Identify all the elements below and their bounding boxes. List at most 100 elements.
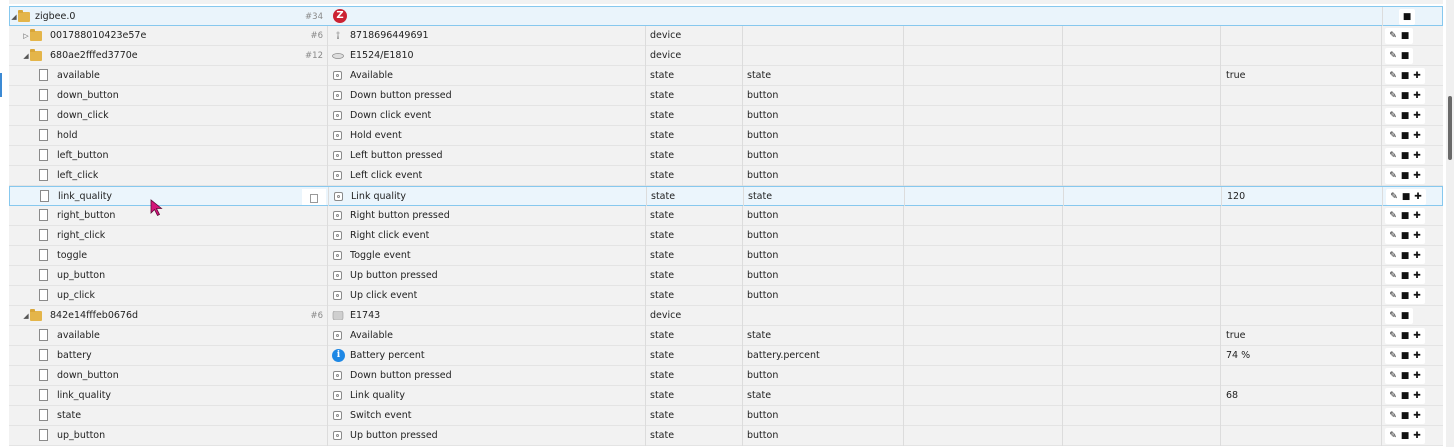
state-row[interactable]: left_button Left button pressed state butto… — [9, 146, 1443, 166]
object-id[interactable]: state — [57, 406, 81, 426]
wrench-icon[interactable]: ✚ — [1411, 228, 1423, 244]
wrench-icon[interactable]: ✚ — [1411, 328, 1423, 344]
object-id[interactable]: down_click — [57, 106, 109, 126]
edit-icon[interactable]: ✎ — [1387, 408, 1399, 424]
object-id[interactable]: down_button — [57, 86, 119, 106]
object-id[interactable]: right_click — [57, 226, 105, 246]
scrollbar-thumb[interactable] — [1448, 96, 1452, 160]
state-row[interactable]: down_button Down button pressed state butto… — [9, 366, 1443, 386]
state-row[interactable]: down_button Down button pressed state butto… — [9, 86, 1443, 106]
object-id[interactable]: available — [57, 66, 100, 86]
delete-icon[interactable]: ■ — [1399, 88, 1411, 104]
wrench-icon[interactable]: ✚ — [1411, 408, 1423, 424]
state-row[interactable]: battery i Battery percent state battery.perc… — [9, 346, 1443, 366]
state-row[interactable]: available Available state state true ✎ ■ ✚ — [9, 66, 1443, 86]
delete-icon[interactable]: ■ — [1399, 148, 1411, 164]
state-row[interactable]: up_click Up click event state button ✎ ■ ✚ — [9, 286, 1443, 306]
copy-button[interactable] — [302, 189, 326, 205]
delete-icon[interactable]: ■ — [1399, 208, 1411, 224]
object-value[interactable]: true — [1226, 326, 1246, 346]
object-id[interactable]: link_quality — [58, 187, 112, 207]
wrench-icon[interactable]: ✚ — [1411, 68, 1423, 84]
object-id[interactable]: 680ae2fffed3770e — [50, 46, 138, 66]
object-id[interactable]: link_quality — [57, 386, 111, 406]
edit-icon[interactable]: ✎ — [1387, 148, 1399, 164]
object-id[interactable]: left_button — [57, 146, 108, 166]
object-id[interactable]: 842e14fffeb0676d — [50, 306, 138, 326]
delete-icon[interactable]: ■ — [1399, 308, 1411, 324]
wrench-icon[interactable]: ✚ — [1411, 88, 1423, 104]
delete-icon[interactable]: ■ — [1399, 248, 1411, 264]
edit-icon[interactable]: ✎ — [1387, 428, 1399, 444]
delete-icon[interactable]: ■ — [1399, 168, 1411, 184]
object-id[interactable]: right_button — [57, 206, 115, 226]
wrench-icon[interactable]: ✚ — [1411, 108, 1423, 124]
edit-icon[interactable]: ✎ — [1387, 68, 1399, 84]
delete-icon[interactable]: ■ — [1399, 228, 1411, 244]
object-id[interactable]: battery — [57, 346, 92, 366]
state-row[interactable]: up_button Up button pressed state button ✎ ■ ✚ — [9, 266, 1443, 286]
state-row[interactable]: available Available state state true ✎ ■ ✚ — [9, 326, 1443, 346]
state-row[interactable]: link_quality Link quality state state 68 ✎ ■ ✚ — [9, 386, 1443, 406]
edit-icon[interactable]: ✎ — [1387, 288, 1399, 304]
delete-icon[interactable]: ■ — [1399, 108, 1411, 124]
wrench-icon[interactable]: ✚ — [1411, 168, 1423, 184]
edit-icon[interactable]: ✎ — [1387, 348, 1399, 364]
state-row[interactable]: hold Hold event state button ✎ ■ ✚ — [9, 126, 1443, 146]
wrench-icon[interactable]: ✚ — [1411, 248, 1423, 264]
state-row[interactable]: right_button Right button pressed state but… — [9, 206, 1443, 226]
object-id[interactable]: up_button — [57, 266, 105, 286]
state-row[interactable]: down_click Down click event state button ✎ ■ ✚ — [9, 106, 1443, 126]
edit-icon[interactable]: ✎ — [1387, 108, 1399, 124]
wrench-icon[interactable]: ✚ — [1411, 348, 1423, 364]
object-value[interactable]: 68 — [1226, 386, 1238, 406]
delete-icon[interactable]: ■ — [1399, 388, 1411, 404]
edit-icon[interactable]: ✎ — [1387, 28, 1399, 44]
adapter-row[interactable]: ◢ zigbee.0 #34 Z ■ — [9, 6, 1443, 27]
state-row[interactable]: left_click Left click event state button ✎ ■ ✚ — [9, 166, 1443, 186]
edit-icon[interactable]: ✎ — [1387, 208, 1399, 224]
object-value[interactable]: true — [1226, 66, 1246, 86]
vertical-scrollbar[interactable] — [1446, 0, 1454, 447]
wrench-icon[interactable]: ✚ — [1412, 189, 1424, 205]
edit-icon[interactable]: ✎ — [1387, 308, 1399, 324]
delete-icon[interactable]: ■ — [1401, 9, 1413, 25]
wrench-icon[interactable]: ✚ — [1411, 128, 1423, 144]
edit-icon[interactable]: ✎ — [1387, 328, 1399, 344]
object-id[interactable]: 001788010423e57e — [50, 26, 146, 46]
wrench-icon[interactable]: ✚ — [1411, 428, 1423, 444]
delete-icon[interactable]: ■ — [1399, 68, 1411, 84]
delete-icon[interactable]: ■ — [1399, 348, 1411, 364]
wrench-icon[interactable]: ✚ — [1411, 288, 1423, 304]
edit-icon[interactable]: ✎ — [1387, 168, 1399, 184]
wrench-icon[interactable]: ✚ — [1411, 148, 1423, 164]
delete-icon[interactable]: ■ — [1399, 428, 1411, 444]
delete-icon[interactable]: ■ — [1399, 28, 1411, 44]
object-id[interactable]: zigbee.0 — [35, 7, 75, 27]
device-row[interactable]: ◢ 680ae2fffed3770e #12 E1524/E1810 device ✎ ■ — [9, 46, 1443, 66]
object-value[interactable]: 74 % — [1226, 346, 1250, 366]
object-id[interactable]: hold — [57, 126, 78, 146]
object-id[interactable]: up_button — [57, 426, 105, 446]
edit-icon[interactable]: ✎ — [1387, 368, 1399, 384]
delete-icon[interactable]: ■ — [1399, 288, 1411, 304]
edit-icon[interactable]: ✎ — [1387, 48, 1399, 64]
object-id[interactable]: toggle — [57, 246, 87, 266]
edit-icon[interactable]: ✎ — [1387, 268, 1399, 284]
state-row[interactable]: right_click Right click event state button ✎… — [9, 226, 1443, 246]
edit-icon[interactable]: ✎ — [1388, 189, 1400, 205]
device-row[interactable]: ▷ 001788010423e57e #6 8718696449691 device ✎ ■ — [9, 26, 1443, 46]
state-row[interactable]: state Switch event state button ✎ ■ ✚ — [9, 406, 1443, 426]
delete-icon[interactable]: ■ — [1399, 328, 1411, 344]
wrench-icon[interactable]: ✚ — [1411, 268, 1423, 284]
object-id[interactable]: down_button — [57, 366, 119, 386]
wrench-icon[interactable]: ✚ — [1411, 208, 1423, 224]
device-row[interactable]: ◢ 842e14fffeb0676d #6 E1743 device ✎ ■ — [9, 306, 1443, 326]
delete-icon[interactable]: ■ — [1399, 268, 1411, 284]
edit-icon[interactable]: ✎ — [1387, 88, 1399, 104]
object-id[interactable]: left_click — [57, 166, 98, 186]
edit-icon[interactable]: ✎ — [1387, 228, 1399, 244]
delete-icon[interactable]: ■ — [1399, 128, 1411, 144]
object-value[interactable]: 120 — [1227, 187, 1245, 207]
state-row[interactable]: up_button Up button pressed state button ✎ ■ ✚ — [9, 426, 1443, 446]
